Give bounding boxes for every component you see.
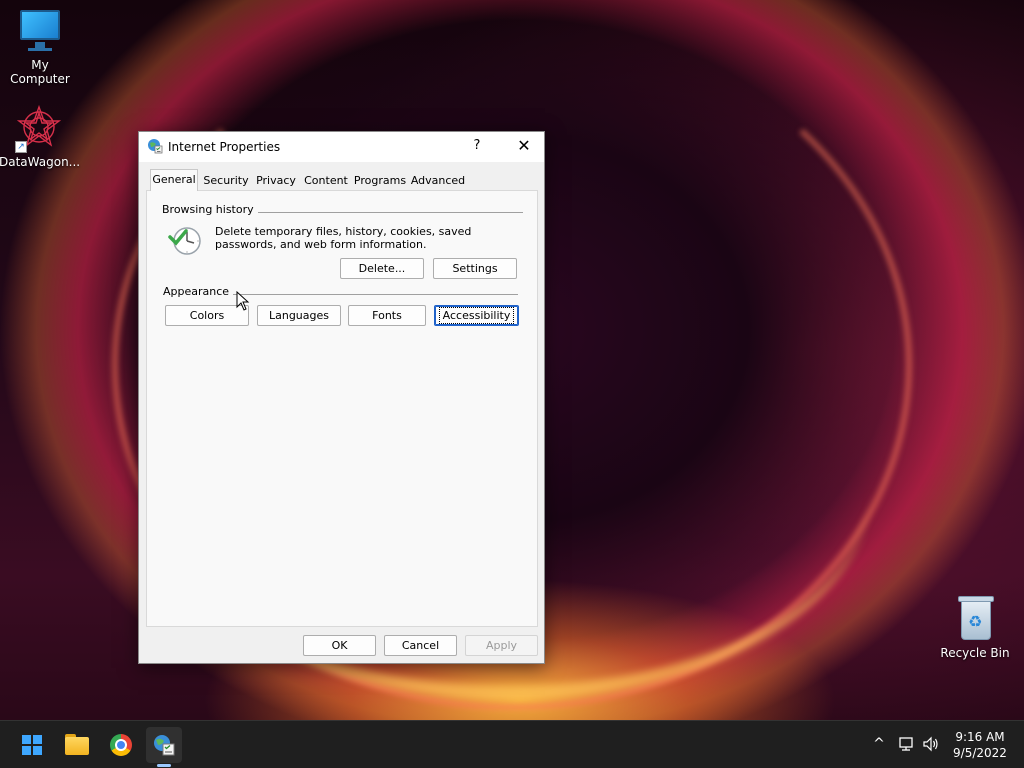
taskbar: ^ 9:16 AM 9/5/2022 [0,720,1024,768]
tab-content[interactable]: Content [301,172,351,191]
dialog-title: Internet Properties [168,140,281,154]
history-clock-icon [168,227,201,255]
windows-start-icon [22,735,42,755]
group-divider [247,212,523,213]
ok-button[interactable]: OK [303,635,376,656]
dialog-titlebar[interactable]: Internet Properties ? ✕ [139,132,544,162]
tab-privacy[interactable]: Privacy [252,172,300,191]
tab-advanced[interactable]: Advanced [409,172,467,191]
recycle-bin-icon: ♻ [951,596,999,642]
desktop-icon-label: My Computer [10,58,70,86]
general-tab-panel: Browsing history Delete temporary files,… [146,190,538,627]
delete-button[interactable]: Delete... [340,258,424,279]
apply-button[interactable]: Apply [465,635,538,656]
taskbar-chrome[interactable] [103,727,139,763]
accessibility-button-label: Accessibility [438,307,515,324]
mouse-cursor-icon [236,291,250,311]
close-button[interactable]: ✕ [504,132,544,162]
browsing-history-description: Delete temporary files, history, cookies… [215,225,472,251]
desktop-icon-datawagon[interactable]: ↗ DataWagon... [0,105,81,169]
help-button[interactable]: ? [462,132,492,162]
active-app-indicator [157,764,171,767]
show-hidden-icons-chevron[interactable]: ^ [870,735,888,753]
tab-general[interactable]: General [150,169,198,191]
settings-button[interactable]: Settings [433,258,517,279]
internet-properties-icon [154,735,175,756]
taskbar-clock[interactable]: 9:16 AM 9/5/2022 [944,729,1016,761]
browsing-history-heading: Browsing history [162,203,258,216]
appearance-heading: Appearance [163,285,234,298]
desktop-icon-recycle-bin[interactable]: ♻ Recycle Bin [935,596,1015,660]
network-icon[interactable] [898,735,916,753]
tab-security[interactable]: Security [200,172,252,191]
monitor-icon [16,8,64,54]
internet-properties-dialog: Internet Properties ? ✕ General Security… [138,131,545,664]
datawagon-app-icon: ↗ [15,105,63,153]
start-button[interactable] [14,727,50,763]
clock-time: 9:16 AM [955,730,1005,744]
desktop-icon-label: DataWagon... [0,155,81,169]
taskbar-internet-properties[interactable] [146,727,182,763]
desktop-icon-label: Recycle Bin [940,646,1010,660]
clock-date: 9/5/2022 [953,746,1007,760]
fonts-button[interactable]: Fonts [348,305,426,326]
desktop-icon-my-computer[interactable]: My Computer [0,8,80,86]
accessibility-button[interactable]: Accessibility [434,305,519,326]
tab-programs[interactable]: Programs [352,172,408,191]
cancel-button[interactable]: Cancel [384,635,457,656]
shortcut-arrow-icon: ↗ [15,141,27,153]
languages-button[interactable]: Languages [257,305,341,326]
volume-icon[interactable] [922,735,940,753]
chrome-icon [110,734,132,756]
taskbar-file-explorer[interactable] [59,727,95,763]
group-divider [227,294,518,295]
internet-properties-icon [148,139,163,154]
